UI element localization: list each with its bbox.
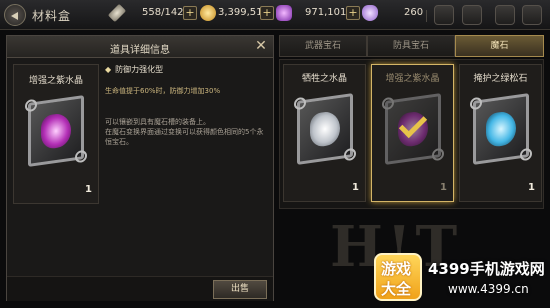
selected-item-card: 增强之紫水晶 1 [13,64,99,204]
gem-card-amethyst[interactable]: 增强之紫水晶 1 [371,64,454,202]
gem-count: 1 [440,182,447,193]
mailbox-icon[interactable] [462,5,482,25]
tab-magic-stones[interactable]: 魔石 [455,35,544,57]
stamina-icon [107,3,127,23]
stamina-value: 558/142 [142,7,184,18]
watermark-site-name: 4399手机游戏网 [428,260,545,278]
separator [426,10,427,22]
item-desc: 可以镶嵌到具有魔石槽的装备上。 在魔石变换界面通过变换可以获得颜色相同的5个永恒… [105,117,267,147]
back-button[interactable] [4,4,26,26]
gem-tabs: 武器宝石 防具宝石 魔石 [279,35,544,57]
item-description: ◆ 防御力强化型 生命值提于60%时，防御力增加30% 可以镶嵌到具有魔石槽的装备… [105,64,267,264]
sell-bar: 出售 [7,276,273,301]
gem-name: 掩护之绿松石 [473,74,528,84]
gem-icon [276,5,292,21]
gem-name: 牺牲之水晶 [301,74,347,84]
item-stat: 生命值提于60%时，防御力增加30% [105,87,221,95]
sell-button[interactable]: 出售 [213,280,267,299]
watermark-badge-top: 游戏 [381,260,412,278]
bullet-icon: ◆ [105,65,112,74]
watermark-badge: 游戏 大全 [374,253,422,301]
bell-icon[interactable] [434,5,454,25]
gem-name: 增强之紫水晶 [385,74,440,84]
crystal-gem-icon [297,93,353,165]
turquoise-gem-icon [473,93,529,165]
stamina-add-button[interactable]: + [183,6,197,20]
watermark-badge-bottom: 大全 [381,280,412,298]
item-type: ◆ 防御力强化型 [105,64,163,75]
detail-header: 道具详细信息 ✕ [7,36,273,58]
item-count: 1 [85,184,92,195]
gem-core [310,109,340,149]
top-bar: 材料盒 558/142 + 3,399,513 + 971,101 + 260 [0,0,550,30]
item-name: 增强之紫水晶 [28,76,83,86]
potion-value: 260 [404,7,424,18]
gem-core [41,111,71,151]
desc-line-2: 在魔石变换界面通过变换可以获得颜色相同的5个永恒宝石。 [105,128,264,146]
gem-add-button[interactable]: + [346,6,360,20]
desc-line-1: 可以镶嵌到具有魔石槽的装备上。 [105,118,210,126]
item-type-text: 防御力强化型 [115,65,164,74]
gem-panel: 武器宝石 防具宝石 魔石 牺牲之水晶 1 增强之紫水晶 1 掩护之绿松石 1 [279,35,544,210]
tab-weapon-gems[interactable]: 武器宝石 [279,35,367,57]
gem-value: 971,101 [305,7,347,18]
detail-title: 道具详细信息 [110,45,170,56]
amethyst-gem-icon [28,95,84,167]
gear-icon[interactable] [522,5,542,25]
potion-icon [362,5,378,21]
watermark-site-url: www.4399.cn [448,282,529,296]
gem-core [486,109,516,149]
item-detail-panel: 道具详细信息 ✕ 增强之紫水晶 1 ◆ 防御力强化型 生命值提于60%时，防御力增… [6,35,274,301]
gold-add-button[interactable]: + [260,6,274,20]
gem-card-turquoise[interactable]: 掩护之绿松石 1 [459,64,542,202]
gem-card-sacrifice[interactable]: 牺牲之水晶 1 [283,64,366,202]
gem-count: 1 [352,182,359,193]
page-title: 材料盒 [32,9,72,23]
close-button[interactable]: ✕ [252,38,270,56]
cards-icon[interactable] [495,5,515,25]
gem-count: 1 [528,182,535,193]
gem-grid: 牺牲之水晶 1 增强之紫水晶 1 掩护之绿松石 1 [279,59,544,209]
gold-coin-icon [200,5,216,21]
tab-armor-gems[interactable]: 防具宝石 [367,35,455,57]
